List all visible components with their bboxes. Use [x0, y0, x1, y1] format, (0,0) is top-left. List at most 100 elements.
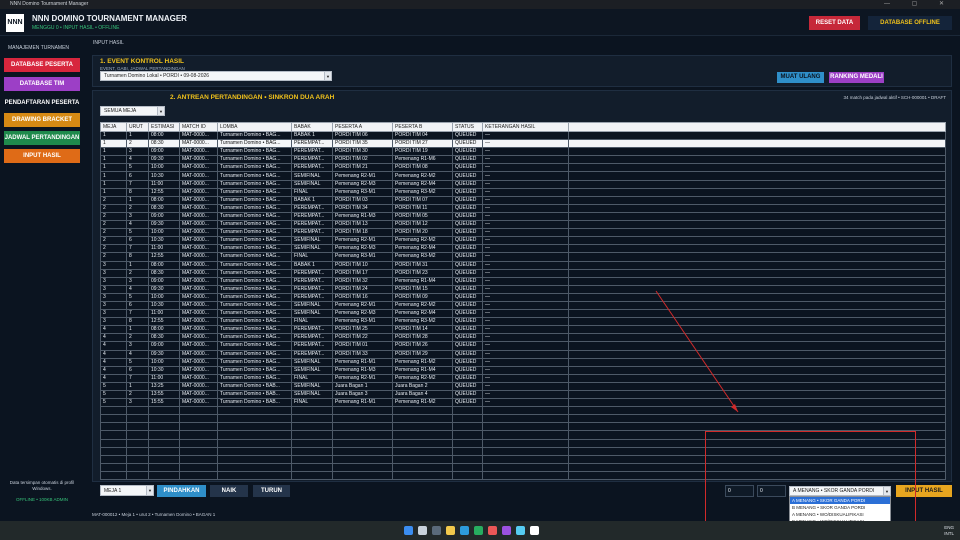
sidebar-item-pendaftaran-peserta[interactable]: PENDAFTARAN PESERTA	[4, 96, 80, 110]
naik-button[interactable]: NAIK	[210, 485, 248, 497]
table-cell: 3	[100, 268, 127, 278]
table-cell: Turnamen Domino • BAB...	[217, 398, 292, 408]
window-controls[interactable]: — ▢ ✕	[884, 0, 954, 9]
table-row[interactable]: 4 1 08:00 MAT-0000... Turnamen Domino • BAG.…	[100, 325, 946, 335]
table-row[interactable]: 2 5 10:00 MAT-0000... Turnamen Domino • BAG.…	[100, 228, 946, 238]
table-row[interactable]: 1 4 09:30 MAT-0000... Turnamen Domino • BAG.…	[100, 155, 946, 165]
task-view-icon[interactable]	[432, 526, 441, 535]
table-cell: PEREMPAT...	[291, 220, 333, 230]
table-row[interactable]: 3 4 09:30 MAT-0000... Turnamen Domino • BAG.…	[100, 284, 946, 294]
column-header[interactable]: ESTIMASI	[148, 122, 180, 132]
table-row[interactable]: 2 1 08:00 MAT-0000... Turnamen Domino • BAG.…	[100, 195, 946, 205]
table-row[interactable]: 2 6 10:30 MAT-0000... Turnamen Domino • BAG.…	[100, 236, 946, 246]
chrome-icon[interactable]	[474, 526, 483, 535]
table-row[interactable]: 2 7 11:00 MAT-0000... Turnamen Domino • BAG.…	[100, 244, 946, 254]
app-icon[interactable]	[502, 526, 511, 535]
autosave-note: Data tersimpan otomatis di profil Window…	[9, 480, 75, 491]
table-cell-empty	[217, 454, 292, 464]
app-icon[interactable]	[488, 526, 497, 535]
table-cell: 6	[126, 365, 149, 375]
muat-ulang-button[interactable]: MUAT ULANG	[777, 72, 824, 83]
table-row[interactable]: 1 3 09:00 MAT-0000... Turnamen Domino • BAG.…	[100, 147, 946, 157]
table-cell-empty	[217, 406, 292, 416]
sidebar-item-input-hasil[interactable]: INPUT HASIL	[4, 149, 80, 163]
sidebar-item-database-tim[interactable]: DATABASE TIM	[4, 77, 80, 91]
app-icon[interactable]	[516, 526, 525, 535]
table-cell: 08:00	[148, 130, 180, 141]
table-cell: MAT-0000...	[179, 292, 218, 302]
table-row[interactable]: 5 1 13:25 MAT-0000... Turnamen Domino • BAB.…	[100, 381, 946, 392]
event-select[interactable]: Turnamen Domino Lokal • PORDI • 09-08-20…	[100, 71, 332, 81]
table-cell-empty	[568, 341, 946, 351]
ranking-medali-button[interactable]: RANKING MEDALI	[829, 72, 884, 83]
reset-data-button[interactable]: RESET DATA	[809, 16, 860, 30]
column-header[interactable]: KETERANGAN HASIL	[482, 122, 569, 132]
table-cell: —	[482, 228, 569, 238]
column-header[interactable]: URUT	[126, 122, 149, 132]
table-row[interactable]: 4 2 08:30 MAT-0000... Turnamen Domino • BAG.…	[100, 333, 946, 343]
table-cell: 4	[126, 284, 149, 294]
table-row[interactable]: 3 3 09:00 MAT-0000... Turnamen Domino • BAG.…	[100, 276, 946, 286]
edge-icon[interactable]	[460, 526, 469, 535]
search-icon[interactable]	[418, 526, 427, 535]
table-cell-empty	[482, 414, 569, 424]
table-row[interactable]: 4 3 09:00 MAT-0000... Turnamen Domino • BAG.…	[100, 341, 946, 351]
table-row[interactable]: 3 2 08:30 MAT-0000... Turnamen Domino • BAG.…	[100, 268, 946, 278]
column-header[interactable]	[568, 122, 946, 132]
file-explorer-icon[interactable]	[446, 526, 455, 535]
table-cell: —	[482, 389, 569, 400]
table-row[interactable]: 3 6 10:30 MAT-0000... Turnamen Domino • BAG.…	[100, 300, 946, 311]
table-row[interactable]: 1 2 08:30 MAT-0000... Turnamen Domino • BAG.…	[100, 139, 946, 149]
sidebar-item-jadwal-pertandingan[interactable]: JADWAL PERTANDINGAN	[4, 131, 80, 145]
pindahkan-button[interactable]: PINDAHKAN	[157, 485, 206, 497]
sidebar-item-database-peserta[interactable]: DATABASE PESERTA	[4, 58, 80, 72]
table-row[interactable]: 1 1 08:00 MAT-0000... Turnamen Domino • BAG.…	[100, 130, 946, 141]
table-cell: SEMIFINAL	[291, 171, 333, 181]
table-row[interactable]: 2 3 09:00 MAT-0000... Turnamen Domino • BAG.…	[100, 211, 946, 222]
table-row[interactable]: 3 8 12:55 MAT-0000... Turnamen Domino • BAG.…	[100, 317, 946, 327]
table-row[interactable]: 4 7 11:00 MAT-0000... Turnamen Domino • BAG.…	[100, 373, 946, 383]
table-cell: 4	[100, 365, 127, 375]
column-header[interactable]: PESERTA B	[392, 122, 453, 132]
move-meja-select[interactable]: MEJA 1 ▼	[100, 485, 154, 496]
table-cell-empty	[179, 446, 218, 456]
table-row[interactable]: 1 8 12:55 MAT-0000... Turnamen Domino • BAG.…	[100, 187, 946, 197]
table-row[interactable]: 4 5 10:00 MAT-0000... Turnamen Domino • BAG.…	[100, 357, 946, 367]
table-row[interactable]: 5 2 13:55 MAT-0000... Turnamen Domino • BAB.…	[100, 389, 946, 400]
column-header[interactable]: PESERTA A	[332, 122, 393, 132]
system-tray[interactable]: ENG INTL	[944, 525, 954, 537]
column-header[interactable]: STATUS	[452, 122, 483, 132]
table-cell-empty	[100, 414, 127, 424]
table-cell: Pemenang R2-M3	[332, 244, 393, 254]
table-row[interactable]: 4 6 10:30 MAT-0000... Turnamen Domino • BAG.…	[100, 365, 946, 375]
table-cell: QUEUED	[452, 130, 483, 141]
table-row[interactable]: 1 6 10:30 MAT-0000... Turnamen Domino • BAG.…	[100, 171, 946, 181]
table-row[interactable]: 5 3 15:55 MAT-0000... Turnamen Domino • BAB.…	[100, 398, 946, 408]
turun-button[interactable]: TURUN	[253, 485, 290, 497]
table-cell: 09:30	[148, 155, 180, 165]
table-cell-empty	[482, 430, 569, 440]
table-row[interactable]: 1 7 11:00 MAT-0000... Turnamen Domino • BAG.…	[100, 179, 946, 189]
match-queue-table[interactable]: MEJA URUT ESTIMASI MATCH ID LOMBA BABAK PESERT…	[100, 122, 946, 481]
annotation-highlight-box	[705, 431, 916, 535]
column-header[interactable]: BABAK	[291, 122, 333, 132]
table-cell-empty	[482, 446, 569, 456]
table-cell: PORDI TIM 18	[332, 228, 393, 238]
table-cell-empty	[291, 470, 333, 481]
table-row[interactable]: 1 5 10:00 MAT-0000... Turnamen Domino • BAG.…	[100, 163, 946, 173]
sidebar-item-drawing-bracket[interactable]: DRAWING BRACKET	[4, 113, 80, 127]
database-offline-button[interactable]: DATABASE OFFLINE	[868, 16, 952, 30]
table-row[interactable]: 2 2 08:30 MAT-0000... Turnamen Domino • BAG.…	[100, 203, 946, 213]
column-header[interactable]: LOMBA	[217, 122, 292, 132]
column-header[interactable]: MATCH ID	[179, 122, 218, 132]
table-row[interactable]: 4 4 09:30 MAT-0000... Turnamen Domino • BAG.…	[100, 349, 946, 359]
domino-app-icon[interactable]	[530, 526, 539, 535]
table-row[interactable]: 3 5 10:00 MAT-0000... Turnamen Domino • BAG.…	[100, 292, 946, 302]
table-row[interactable]: 2 4 09:30 MAT-0000... Turnamen Domino • BAG.…	[100, 220, 946, 230]
meja-filter-select[interactable]: SEMUA MEJA ▼	[100, 106, 165, 116]
table-row[interactable]: 3 1 08:00 MAT-0000... Turnamen Domino • BAG.…	[100, 260, 946, 270]
start-icon[interactable]	[404, 526, 413, 535]
table-row[interactable]: 3 7 11:00 MAT-0000... Turnamen Domino • BAG.…	[100, 309, 946, 319]
column-header[interactable]: MEJA	[100, 122, 127, 132]
table-row[interactable]: 2 8 12:55 MAT-0000... Turnamen Domino • BAG.…	[100, 252, 946, 262]
